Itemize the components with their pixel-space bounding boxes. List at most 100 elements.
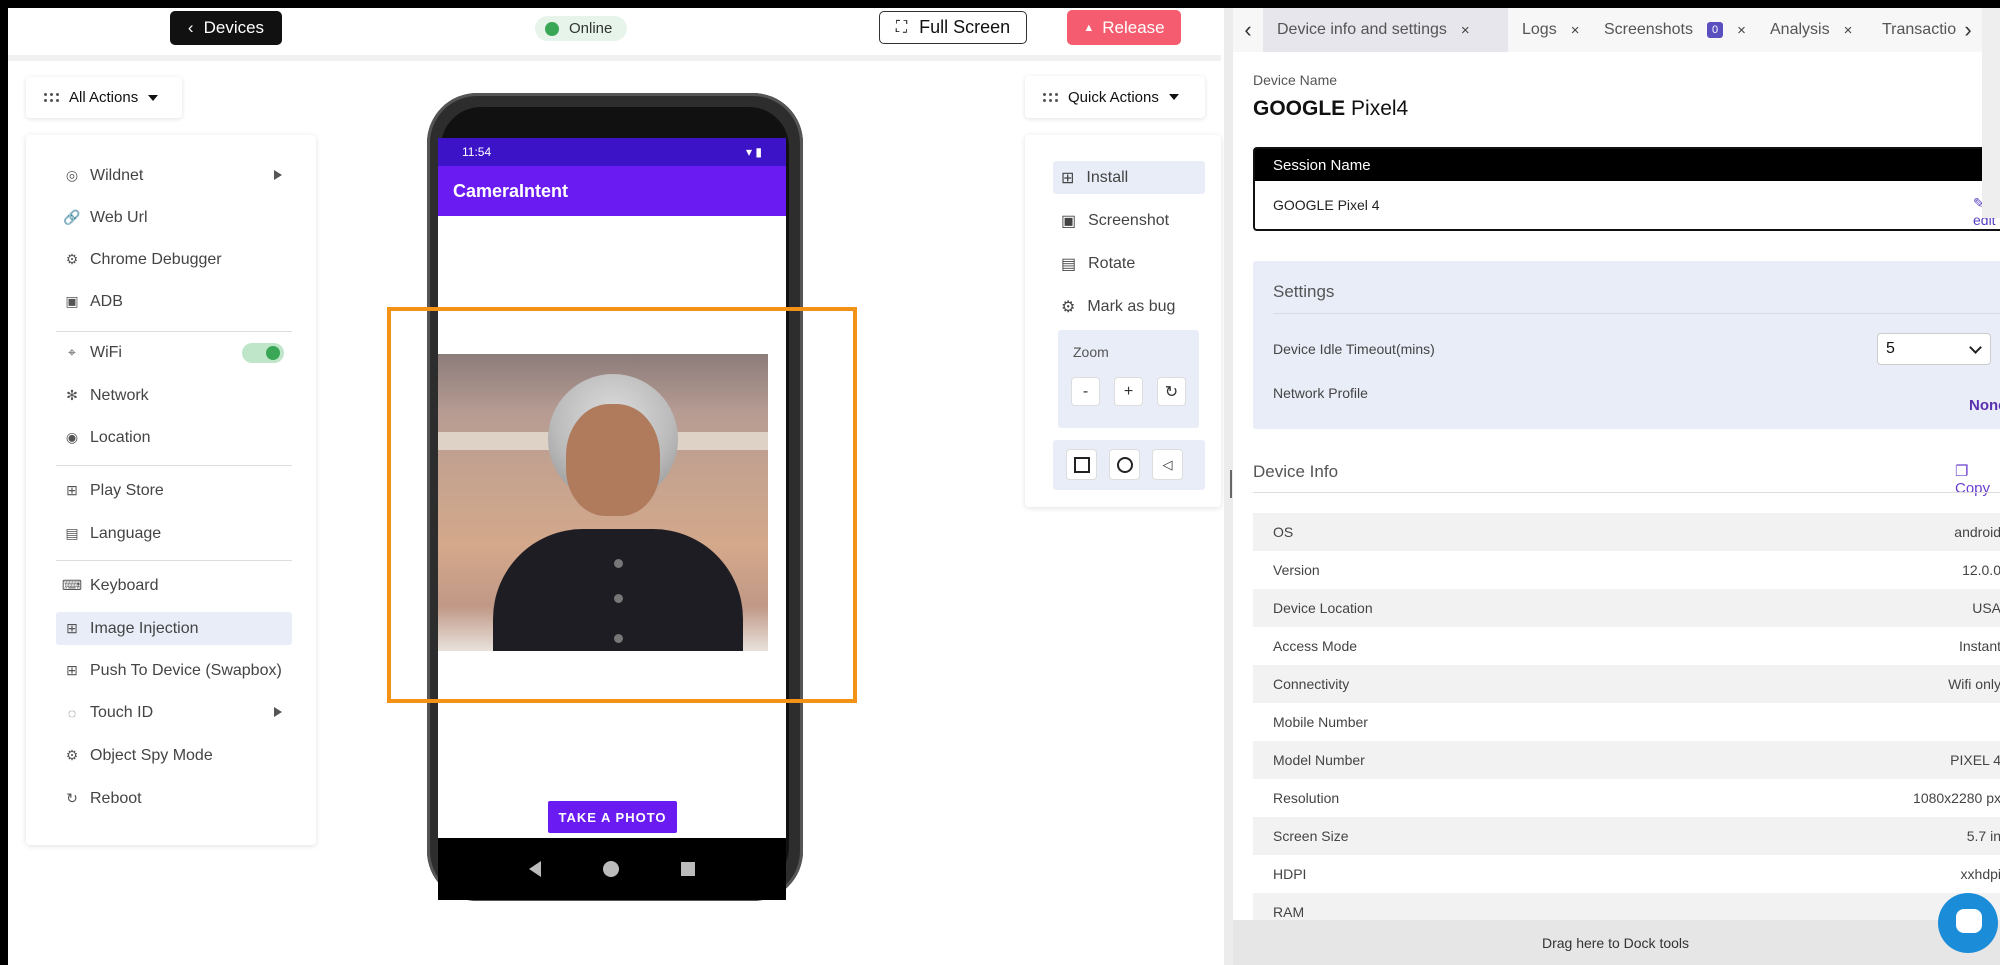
tabs-next-button[interactable]: › — [1953, 8, 1983, 52]
action-wildnet[interactable]: ◎ Wildnet — [56, 159, 292, 192]
divider — [1273, 313, 2000, 314]
highlight-box — [387, 307, 857, 703]
close-icon[interactable]: × — [1571, 22, 1580, 39]
chat-bubble-icon[interactable] — [1938, 893, 1998, 953]
zoom-reset-button[interactable]: ↻ — [1158, 378, 1185, 405]
fullscreen-button[interactable]: ⛶ Full Screen — [879, 11, 1027, 44]
divider — [56, 331, 292, 332]
action-language[interactable]: ▤ Language — [56, 517, 292, 550]
take-photo-button[interactable]: TAKE A PHOTO — [548, 801, 677, 833]
status-icons: ▾ ▮ — [746, 145, 762, 159]
info-key: Version — [1273, 562, 1320, 578]
quick-action-label: Mark as bug — [1087, 297, 1176, 315]
bug-icon: ⚙ — [65, 251, 79, 267]
action-image-injection[interactable]: ⊞ Image Injection — [56, 612, 292, 645]
status-label: Online — [569, 20, 613, 37]
action-location[interactable]: ◉ Location — [56, 421, 292, 454]
idle-timeout-label: Device Idle Timeout(mins) — [1273, 341, 1435, 357]
home-button[interactable] — [1110, 450, 1139, 479]
idle-timeout-select[interactable]: 5 — [1877, 333, 1991, 365]
quick-screenshot[interactable]: ▣ Screenshot — [1053, 204, 1205, 237]
tab-label: Logs — [1522, 21, 1557, 38]
back-button[interactable]: ◁ — [1153, 450, 1182, 479]
link-icon: 🔗 — [63, 209, 81, 225]
app-frame: ‹ Devices Online ⛶ Full Screen ▲ Release… — [8, 8, 2000, 965]
back-icon[interactable] — [529, 861, 541, 877]
release-button[interactable]: ▲ Release — [1067, 10, 1181, 45]
info-row-screen-size: Screen Size 5.7 in — [1253, 817, 2000, 855]
fullscreen-icon: ⛶ — [895, 18, 908, 36]
action-web-url[interactable]: 🔗 Web Url — [56, 201, 292, 234]
tab-logs[interactable]: Logs × — [1508, 8, 1590, 52]
recent-apps-icon[interactable] — [681, 862, 695, 876]
home-icon[interactable] — [603, 861, 619, 877]
all-actions-dropdown[interactable]: All Actions — [26, 77, 182, 118]
action-object-spy[interactable]: ⚙ Object Spy Mode — [56, 739, 292, 772]
quick-rotate[interactable]: ▤ Rotate — [1053, 247, 1205, 280]
spy-icon: ⚙ — [65, 747, 79, 763]
device-info-title: Device Info — [1253, 462, 1339, 481]
quick-action-label: Rotate — [1088, 254, 1136, 272]
dock-label: Drag here to Dock tools — [1541, 934, 1690, 951]
device-nav-controls: ◁ — [1053, 440, 1205, 490]
zoom-controls: Zoom - + ↻ — [1058, 330, 1199, 428]
settings-title: Settings — [1273, 282, 1335, 301]
info-row-os: OS android — [1253, 513, 2000, 551]
session-name-label: Session Name — [1255, 149, 2000, 181]
action-chrome-debugger[interactable]: ⚙ Chrome Debugger — [56, 243, 292, 276]
idle-timeout-value: 5 — [1886, 340, 1895, 357]
info-value: 1080x2280 px — [1913, 790, 2000, 806]
screenshot-icon: ▣ — [1061, 212, 1077, 230]
close-icon[interactable]: × — [1844, 22, 1853, 39]
keyboard-icon: ⌨ — [61, 577, 83, 593]
action-label: Location — [90, 428, 151, 446]
recent-apps-button[interactable] — [1067, 450, 1096, 479]
info-row-model-number: Model Number PIXEL 4 — [1253, 741, 2000, 779]
action-push-to-device[interactable]: ⊞ Push To Device (Swapbox) — [56, 654, 292, 687]
info-row-connectivity: Connectivity Wifi only — [1253, 665, 2000, 703]
dock-drop-zone[interactable]: Drag here to Dock tools — [1233, 920, 2000, 965]
action-label: Wildnet — [90, 166, 144, 184]
tab-device-info[interactable]: Device info and settings × — [1263, 8, 1508, 52]
action-network[interactable]: ✻ Network — [56, 379, 292, 412]
settings-card: Settings Device Idle Timeout(mins) 5 Net… — [1253, 261, 2000, 429]
tab-label: Device info and settings — [1277, 21, 1447, 38]
devices-back-button[interactable]: ‹ Devices — [170, 11, 282, 45]
wifi-toggle[interactable] — [242, 343, 284, 363]
rotate-icon: ▤ — [1061, 255, 1077, 273]
quick-install[interactable]: ⊞ Install — [1053, 161, 1205, 194]
tabs-prev-button[interactable]: ‹ — [1233, 8, 1263, 52]
quick-mark-bug[interactable]: ⚙ Mark as bug — [1053, 290, 1205, 323]
action-label: Web Url — [90, 208, 148, 226]
quick-actions-dropdown[interactable]: Quick Actions — [1025, 76, 1205, 118]
install-icon: ⊞ — [1061, 169, 1075, 187]
network-profile-value[interactable]: None — [1969, 397, 2000, 414]
android-status-bar: 11:54 ▾ ▮ — [438, 138, 786, 166]
quick-action-label: Install — [1086, 168, 1129, 186]
action-label: Keyboard — [90, 576, 159, 594]
side-toolstrip[interactable] — [1982, 8, 2000, 218]
action-adb[interactable]: ▣ ADB — [56, 285, 292, 318]
device-info-panel: ‹ Device info and settings × Logs × Scre… — [1233, 8, 2000, 965]
zoom-out-button[interactable]: - — [1072, 378, 1099, 405]
info-key: Access Mode — [1273, 638, 1358, 654]
action-label: ADB — [90, 292, 123, 310]
info-key: Model Number — [1273, 752, 1365, 768]
action-keyboard[interactable]: ⌨ Keyboard — [56, 569, 292, 602]
tab-analysis[interactable]: Analysis × — [1756, 8, 1868, 52]
zoom-in-button[interactable]: + — [1115, 378, 1142, 405]
action-play-store[interactable]: ⊞ Play Store — [56, 474, 292, 507]
action-reboot[interactable]: ↻ Reboot — [56, 782, 292, 815]
tab-screenshots[interactable]: Screenshots 0 × — [1590, 8, 1756, 52]
devices-label: Devices — [203, 18, 265, 37]
fullscreen-label: Full Screen — [919, 17, 1011, 37]
caret-down-icon — [1168, 94, 1179, 100]
close-icon[interactable]: × — [1461, 22, 1470, 39]
close-icon[interactable]: × — [1737, 22, 1746, 39]
action-label: Object Spy Mode — [90, 746, 213, 764]
info-row-hdpi: HDPI xxhdpi — [1253, 855, 2000, 893]
action-wifi[interactable]: ⌖ WiFi — [56, 336, 292, 369]
app-bar: CameraIntent — [438, 166, 786, 216]
image-injection-icon: ⊞ — [66, 620, 78, 636]
action-touch-id[interactable]: ◌ Touch ID — [56, 696, 292, 729]
